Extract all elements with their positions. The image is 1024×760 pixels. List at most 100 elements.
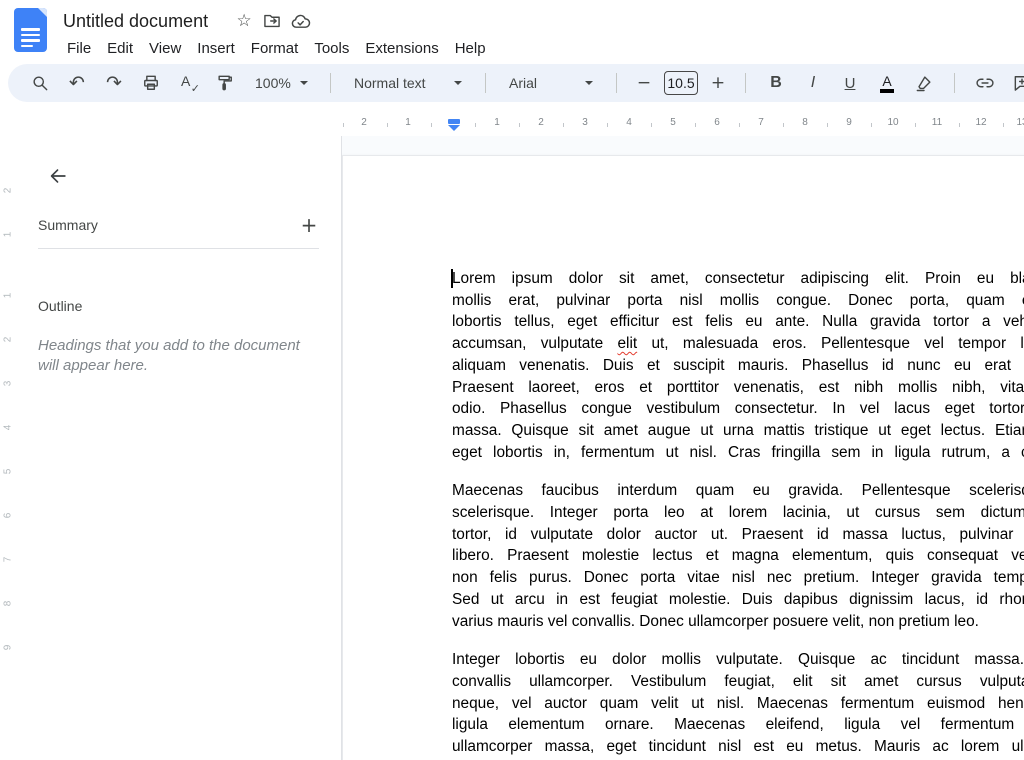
summary-label: Summary: [38, 217, 98, 233]
ruler-number: 3: [582, 117, 588, 128]
text-line[interactable]: scelerisque. Integer porta leo at lorem …: [452, 502, 1024, 524]
menu-format[interactable]: Format: [243, 37, 307, 60]
ruler-number: 8: [3, 596, 14, 612]
misspelled-word[interactable]: elit: [617, 335, 637, 352]
document-page[interactable]: Lorem ipsum dolor sit amet, consectetur …: [342, 155, 1024, 760]
italic-button[interactable]: I: [797, 67, 829, 99]
menu-help[interactable]: Help: [447, 37, 494, 60]
ruler-number: 2: [538, 117, 544, 128]
paint-format-button[interactable]: [209, 67, 241, 99]
text-line[interactable]: tortor, id vulputate dolor auctor ut. Pr…: [452, 524, 1024, 546]
menu-extensions[interactable]: Extensions: [357, 37, 446, 60]
ruler-number: 1: [405, 117, 411, 128]
menu-edit[interactable]: Edit: [99, 37, 141, 60]
toolbar: ↶ ↷ A✓ 100% Normal text Arial − 10.5 + B: [8, 64, 1024, 102]
increase-font-size-button[interactable]: +: [705, 67, 731, 99]
highlight-color-button[interactable]: [908, 67, 940, 99]
menu-insert[interactable]: Insert: [189, 37, 243, 60]
print-button[interactable]: [135, 67, 167, 99]
text-line[interactable]: convallis ullamcorper. Vestibulum feugia…: [452, 671, 1024, 693]
font-select[interactable]: Arial: [500, 67, 602, 99]
insert-link-button[interactable]: [969, 67, 1001, 99]
outline-empty-hint: Headings that you add to the document wi…: [38, 336, 316, 376]
outline-label: Outline: [38, 298, 82, 314]
redo-button[interactable]: ↷: [98, 67, 130, 99]
font-size-input[interactable]: 10.5: [664, 71, 698, 95]
paragraph-style-select[interactable]: Normal text: [345, 67, 471, 99]
add-summary-button[interactable]: +: [295, 211, 323, 239]
ruler-number: 5: [3, 464, 14, 480]
text-line[interactable]: eget lobortis in, fermentum ut nisl. Cra…: [452, 442, 1024, 464]
star-icon[interactable]: ☆: [230, 8, 258, 34]
ruler-number: 11: [932, 117, 942, 128]
ruler-number: 1: [3, 288, 14, 304]
close-sidebar-button[interactable]: [38, 156, 78, 196]
paragraph: Maecenas faucibus interdum quam eu gravi…: [452, 480, 1024, 632]
cloud-status-icon[interactable]: [286, 8, 314, 34]
ruler-number: 8: [802, 117, 808, 128]
sidebar-divider: [38, 248, 319, 249]
text-color-button[interactable]: A: [871, 67, 903, 99]
bold-button[interactable]: B: [760, 67, 792, 99]
text-line[interactable]: non felis purus. Donec porta vitae nisl …: [452, 567, 1024, 589]
ruler-number: 1: [494, 117, 500, 128]
text-line[interactable]: libero. Praesent molestie lectus et magn…: [452, 545, 1024, 567]
menu-file[interactable]: File: [59, 37, 99, 60]
zoom-select[interactable]: 100%: [246, 67, 316, 99]
ruler-number: 4: [3, 420, 14, 436]
text-line[interactable]: Praesent laoreet, eros et porttitor vene…: [452, 377, 1024, 399]
toolbar-separator: [954, 73, 955, 93]
ruler-number: 2: [3, 332, 14, 348]
document-text[interactable]: Lorem ipsum dolor sit amet, consectetur …: [452, 268, 1024, 760]
text-color-swatch: [880, 89, 894, 93]
indent-marker[interactable]: [448, 119, 460, 131]
menu-tools[interactable]: Tools: [306, 37, 357, 60]
text-line[interactable]: varius mauris vel convallis. Donec ullam…: [452, 611, 1024, 633]
text-line[interactable]: ullamcorper massa, eget tincidunt nisl e…: [452, 736, 1024, 758]
text-line[interactable]: aliquam venenatis. Duis et suscipit maur…: [452, 355, 1024, 377]
paragraph: Integer lobortis eu dolor mollis vulputa…: [452, 649, 1024, 758]
ruler-number: 7: [3, 552, 14, 568]
text-line[interactable]: accumsan, vulputate elit ut, malesuada e…: [452, 333, 1024, 355]
spellcheck-button[interactable]: A✓: [172, 67, 204, 99]
text-line[interactable]: Integer lobortis eu dolor mollis vulputa…: [452, 649, 1024, 671]
ruler-number: 6: [3, 508, 14, 524]
ruler-number: 2: [361, 117, 367, 128]
toolbar-separator: [745, 73, 746, 93]
font-value: Arial: [509, 75, 537, 91]
text-line[interactable]: ligula elementum ornare. Maecenas eleife…: [452, 714, 1024, 736]
left-indent-marker[interactable]: [448, 125, 460, 131]
document-title[interactable]: Untitled document: [59, 11, 212, 32]
move-to-folder-icon[interactable]: [258, 8, 286, 34]
ruler-number: 4: [626, 117, 632, 128]
undo-button[interactable]: ↶: [61, 67, 93, 99]
chevron-down-icon: [454, 81, 462, 85]
text-line[interactable]: mollis erat, pulvinar porta nisl mollis …: [452, 290, 1024, 312]
text-line[interactable]: lobortis tellus, eget efficitur est feli…: [452, 311, 1024, 333]
ruler-number: 10: [887, 117, 898, 128]
paragraph: Lorem ipsum dolor sit amet, consectetur …: [452, 268, 1024, 463]
decrease-font-size-button[interactable]: −: [631, 67, 657, 99]
text-line[interactable]: Sed ut arcu in est feugiat molestie. Dui…: [452, 589, 1024, 611]
docs-logo-icon[interactable]: [14, 8, 47, 52]
text-line[interactable]: odio. Phasellus congue vestibulum consec…: [452, 398, 1024, 420]
ruler-ticks: [343, 123, 1024, 127]
search-menus-button[interactable]: [24, 67, 56, 99]
text-line[interactable]: neque, vel auctor quam velit ut nisl. Ma…: [452, 693, 1024, 715]
ruler-number: 12: [975, 117, 986, 128]
text-line[interactable]: Lorem ipsum dolor sit amet, consectetur …: [452, 268, 1024, 290]
vertical-ruler: 2 1 1 2 3 4 5 6 7 8 9: [0, 136, 16, 760]
text-line[interactable]: Maecenas faucibus interdum quam eu gravi…: [452, 480, 1024, 502]
menu-view[interactable]: View: [141, 37, 189, 60]
ruler-number: 2: [3, 183, 14, 199]
chevron-down-icon: [585, 81, 593, 85]
text-segment: accumsan, vulputate: [452, 335, 617, 352]
summary-outline-sidebar: Summary + Outline Headings that you add …: [16, 136, 342, 760]
first-line-indent-marker[interactable]: [448, 119, 460, 124]
add-comment-button[interactable]: [1006, 67, 1024, 99]
text-line[interactable]: massa. Quisque sit amet augue ut urna ma…: [452, 420, 1024, 442]
underline-button[interactable]: U: [834, 67, 866, 99]
horizontal-ruler: 2 1 1 2 3 4 5 6 7 8 9 10 11 12 13: [0, 108, 1024, 136]
ruler-number: 9: [3, 640, 14, 656]
zoom-value: 100%: [255, 75, 291, 91]
